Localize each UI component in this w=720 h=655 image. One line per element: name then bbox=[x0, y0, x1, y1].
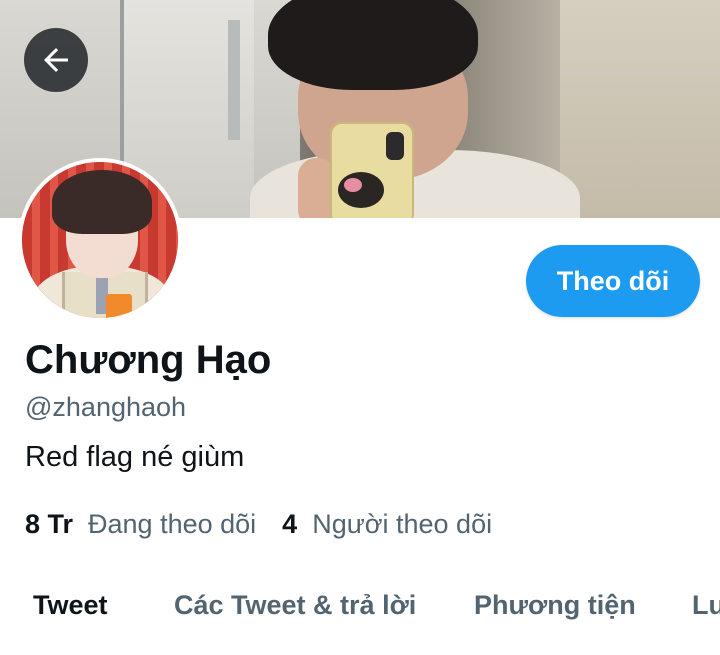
followers-count[interactable]: 4 bbox=[282, 509, 297, 540]
banner-phone-sticker bbox=[338, 172, 384, 208]
avatar-name-badge bbox=[106, 294, 132, 318]
back-button[interactable] bbox=[24, 28, 88, 92]
banner-hair bbox=[268, 0, 478, 90]
followers-label[interactable]: Người theo dõi bbox=[312, 509, 492, 540]
tab-tweets[interactable]: Tweet bbox=[33, 590, 108, 621]
avatar[interactable] bbox=[18, 158, 182, 322]
banner-window-bar bbox=[228, 20, 240, 140]
avatar-hair bbox=[52, 170, 152, 234]
following-count[interactable]: 8 Tr bbox=[25, 509, 73, 540]
profile-name: Chương Hạo bbox=[25, 338, 272, 382]
profile-stats: 8 Tr Đang theo dõi 4 Người theo dõi bbox=[25, 509, 492, 540]
follow-button[interactable]: Theo dõi bbox=[526, 245, 700, 317]
banner-phone-camera bbox=[386, 132, 404, 160]
tab-tweets-replies[interactable]: Các Tweet & trả lời bbox=[174, 590, 416, 621]
tab-likes[interactable]: Lư bbox=[692, 590, 720, 621]
tab-media[interactable]: Phương tiện bbox=[474, 590, 636, 621]
banner-phone bbox=[330, 122, 414, 218]
profile-handle: @zhanghaoh bbox=[25, 392, 187, 422]
profile-tabs: Tweet Các Tweet & trả lời Phương tiện Lư bbox=[0, 590, 720, 640]
following-label[interactable]: Đang theo dõi bbox=[88, 509, 256, 540]
banner-phone-sticker-pink bbox=[344, 178, 362, 192]
profile-bio: Red flag né giùm bbox=[25, 441, 245, 473]
arrow-left-icon bbox=[44, 48, 68, 72]
banner-wall-right bbox=[560, 0, 720, 218]
